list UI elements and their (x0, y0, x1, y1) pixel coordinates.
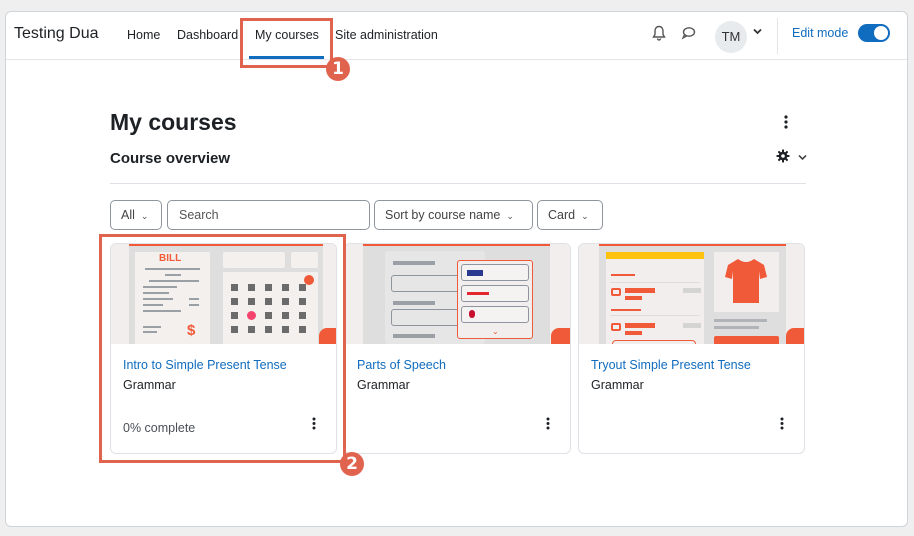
edit-mode-toggle[interactable] (858, 24, 890, 42)
nav-dashboard[interactable]: Dashboard (177, 28, 238, 42)
annotation-badge-2: 2 (340, 452, 364, 476)
top-navbar: Testing Dua Home Dashboard My courses Si… (6, 12, 907, 60)
course-title-link[interactable]: Parts of Speech (357, 358, 446, 372)
annotation-highlight-course-card (99, 234, 346, 463)
course-card[interactable]: ⌄ Parts of Speech Grammar (344, 243, 571, 454)
course-card[interactable]: Tryout Simple Present Tense Grammar (578, 243, 805, 454)
sort-dropdown[interactable]: Sort by course name ⌄ (374, 200, 533, 230)
section-title: Course overview (110, 150, 231, 167)
chat-bubble-icon[interactable] (681, 26, 696, 43)
edit-mode-label: Edit mode (792, 26, 849, 40)
course-title-link[interactable]: Tryout Simple Present Tense (591, 358, 751, 372)
course-image-courier-form[interactable]: ⌄ (345, 244, 570, 344)
course-image-shop-checkout[interactable] (579, 244, 804, 344)
page-title: My courses (110, 109, 237, 135)
tshirt-icon (725, 259, 767, 303)
navbar-divider (777, 18, 778, 54)
course-overview-settings[interactable] (776, 149, 807, 166)
course-actions-kebab-icon[interactable] (546, 417, 550, 434)
chevron-down-icon: ⌄ (506, 211, 514, 221)
annotation-badge-1: 1 (326, 57, 350, 81)
search-placeholder: Search (179, 208, 219, 222)
course-category: Grammar (591, 378, 644, 392)
grouping-value: All (121, 208, 135, 222)
course-category: Grammar (357, 378, 410, 392)
page-actions-kebab-icon[interactable] (784, 115, 788, 134)
user-avatar[interactable]: TM (715, 21, 747, 53)
bell-icon[interactable] (652, 25, 666, 44)
nav-site-administration[interactable]: Site administration (335, 28, 438, 42)
annotation-highlight-my-courses (240, 18, 333, 68)
sort-value: Sort by course name (385, 208, 501, 222)
chevron-down-icon: ⌄ (581, 211, 589, 221)
section-divider (110, 183, 806, 184)
nav-home[interactable]: Home (127, 28, 160, 42)
view-value: Card (548, 208, 576, 222)
grouping-dropdown[interactable]: All ⌄ (110, 200, 162, 230)
site-brand[interactable]: Testing Dua (14, 25, 99, 43)
course-actions-kebab-icon[interactable] (780, 417, 784, 434)
search-input[interactable]: Search (167, 200, 370, 230)
chevron-down-icon (798, 154, 807, 161)
view-dropdown[interactable]: Card ⌄ (537, 200, 603, 230)
user-menu-chevron-icon[interactable] (753, 27, 762, 38)
gear-icon (776, 149, 790, 163)
chevron-down-icon: ⌄ (140, 211, 149, 221)
